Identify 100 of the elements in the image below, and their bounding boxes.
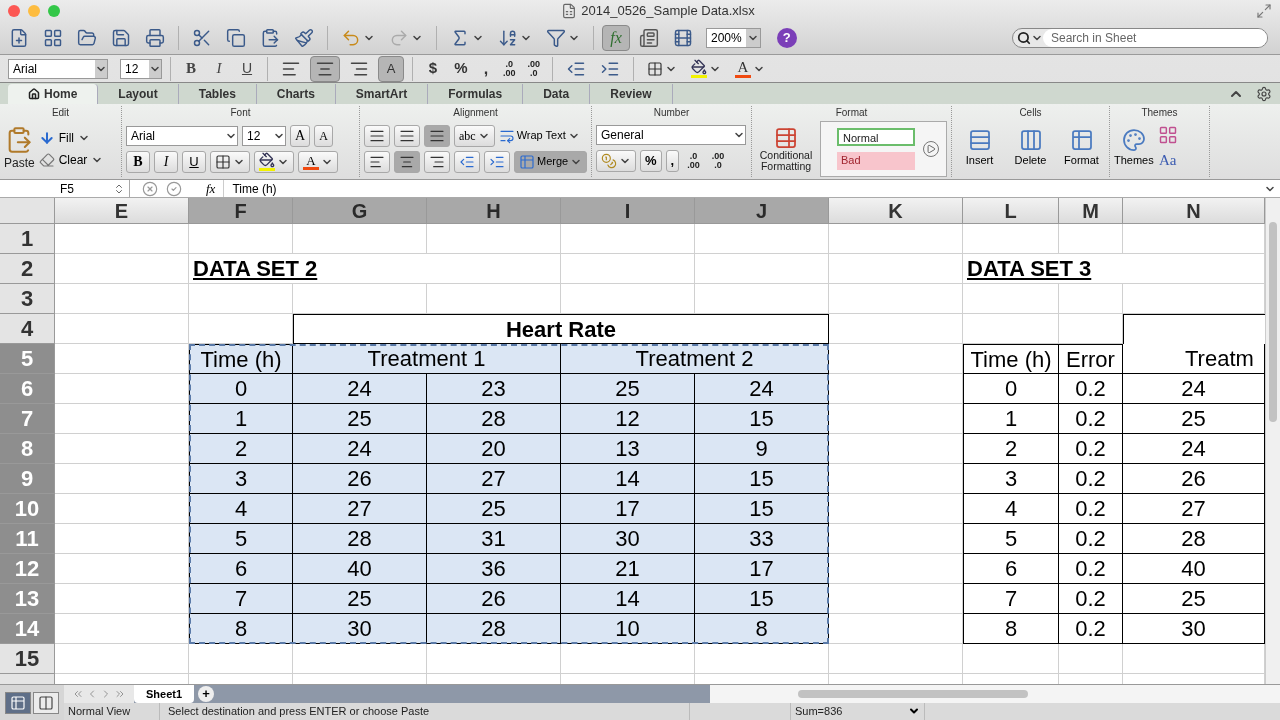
align-button[interactable] xyxy=(310,55,340,82)
theme-fonts-button[interactable]: Aa xyxy=(1159,149,1177,172)
table-cell: Time (h) xyxy=(963,344,1059,374)
font-color-button[interactable]: A xyxy=(730,55,771,82)
row-header[interactable]: 3 xyxy=(0,284,55,314)
row-header[interactable]: 2 xyxy=(0,254,55,284)
table-cell: 0.2 xyxy=(1059,404,1123,434)
column-header[interactable]: F xyxy=(189,198,293,224)
fullscreen-icon xyxy=(1256,3,1272,19)
paste-button[interactable]: Paste xyxy=(4,125,35,172)
underline-button[interactable]: U xyxy=(182,150,206,173)
table-cell: 25 xyxy=(1123,404,1265,434)
group-title: Edit xyxy=(50,106,71,120)
view-button[interactable] xyxy=(33,691,59,714)
vertical-align-button[interactable] xyxy=(394,124,420,147)
column-header[interactable]: H xyxy=(427,198,561,224)
name-box[interactable]: F5 xyxy=(0,180,130,197)
column-header[interactable]: G xyxy=(293,198,427,224)
merge-button[interactable]: Merge xyxy=(514,150,588,173)
film-icon xyxy=(673,28,693,48)
italic-button[interactable]: I xyxy=(207,55,231,82)
column-header[interactable]: M xyxy=(1059,198,1123,224)
decimal-button[interactable]: .00 .0 xyxy=(707,148,729,173)
percent-button[interactable]: % xyxy=(640,149,662,172)
size-field[interactable]: 12 xyxy=(120,58,162,79)
column-header[interactable]: N xyxy=(1123,198,1265,224)
themes-button[interactable]: Themes xyxy=(1114,128,1154,169)
italic-button[interactable]: I xyxy=(154,150,178,173)
vertical-align-button[interactable] xyxy=(424,124,450,147)
align-button[interactable] xyxy=(364,150,390,173)
underline-button[interactable]: U xyxy=(235,55,259,82)
wrap-button[interactable]: A xyxy=(378,55,404,82)
align-button[interactable] xyxy=(424,150,450,173)
column-header[interactable]: J xyxy=(695,198,829,224)
zoom-field[interactable]: 200% xyxy=(706,28,761,48)
font-field[interactable]: Arial xyxy=(8,58,108,79)
cells-button[interactable]: Insert xyxy=(956,128,1003,169)
horizontal-scrollbar[interactable] xyxy=(710,685,1280,703)
group-title: Cells xyxy=(1018,106,1043,120)
cell-style[interactable]: Bad xyxy=(837,151,915,170)
window-control[interactable] xyxy=(48,5,60,17)
table-cell: 31 xyxy=(427,524,561,554)
sum-field[interactable]: Sum=836 xyxy=(790,703,925,720)
row-header[interactable]: 4 xyxy=(0,314,55,344)
table-cell: 21 xyxy=(561,554,695,584)
add-sheet-button[interactable]: + xyxy=(198,685,215,702)
table-cell: 17 xyxy=(561,494,695,524)
window-control[interactable] xyxy=(28,5,40,17)
fill-color-button[interactable] xyxy=(254,150,294,173)
view-button[interactable] xyxy=(5,691,31,714)
comma-button[interactable]: , xyxy=(665,149,680,172)
size-field[interactable]: 12 xyxy=(242,125,286,146)
table-cell: 24 xyxy=(695,374,829,404)
ribbon-tab[interactable]: Home xyxy=(8,84,99,104)
formula-field[interactable]: Time (h) xyxy=(223,180,1264,197)
currency-button[interactable]: $ xyxy=(421,55,445,82)
search-field[interactable]: Search in Sheet xyxy=(1012,28,1268,48)
table-cell: 2 xyxy=(963,434,1059,464)
vertical-align-button[interactable] xyxy=(364,124,390,147)
decimal-button[interactable]: .00 .0 xyxy=(523,56,545,81)
clear-button[interactable]: Clear xyxy=(38,150,104,169)
row-header[interactable]: 15 xyxy=(0,644,55,674)
font-color-button[interactable]: A xyxy=(298,150,338,173)
comma-button[interactable]: , xyxy=(477,55,495,82)
window-control[interactable] xyxy=(8,5,20,17)
sheet-tab[interactable]: Sheet1 xyxy=(134,685,195,703)
grow-font-button[interactable]: A xyxy=(290,124,311,147)
conditional-formatting-button[interactable]: Conditional Formatting xyxy=(756,125,816,172)
table-cell: 9 xyxy=(695,434,829,464)
cell-style[interactable]: Normal xyxy=(837,127,915,146)
indent-increase-button[interactable] xyxy=(484,150,510,173)
column-header[interactable]: L xyxy=(963,198,1059,224)
currency-button[interactable] xyxy=(596,149,636,172)
cells-button[interactable]: Delete xyxy=(1007,128,1054,169)
column-header[interactable]: I xyxy=(561,198,695,224)
column-header[interactable]: E xyxy=(55,198,189,224)
row-header[interactable]: 1 xyxy=(0,224,55,254)
font-field[interactable]: Arial xyxy=(126,125,238,146)
borders-button[interactable] xyxy=(210,150,250,173)
cells-button[interactable]: Format xyxy=(1058,128,1105,169)
align-button[interactable] xyxy=(394,150,420,173)
table-cell: 0.2 xyxy=(1059,524,1123,554)
shrink-font-button[interactable]: A xyxy=(314,124,333,147)
table-cell: 40 xyxy=(1123,554,1265,584)
fill-button[interactable]: Fill xyxy=(38,128,104,147)
select-all-corner[interactable] xyxy=(0,198,55,224)
column-header[interactable]: K xyxy=(829,198,963,224)
help-button[interactable]: ? xyxy=(776,28,797,48)
percent-button[interactable]: % xyxy=(449,55,473,82)
bold-button[interactable]: B xyxy=(126,150,150,173)
decimal-button[interactable]: .0 .00 xyxy=(499,56,520,81)
indent-decrease-button[interactable] xyxy=(454,150,480,173)
orientation-button[interactable]: abc xyxy=(454,124,495,147)
decimal-button[interactable]: .0 .00 xyxy=(683,148,704,173)
number-format-field[interactable]: General xyxy=(596,124,746,145)
bold-button[interactable]: B xyxy=(179,55,203,82)
vertical-scrollbar[interactable] xyxy=(1265,198,1280,684)
wrap-text-button[interactable]: Wrap Text xyxy=(498,127,580,144)
new-document-icon xyxy=(9,28,29,48)
table-cell: 7 xyxy=(963,584,1059,614)
